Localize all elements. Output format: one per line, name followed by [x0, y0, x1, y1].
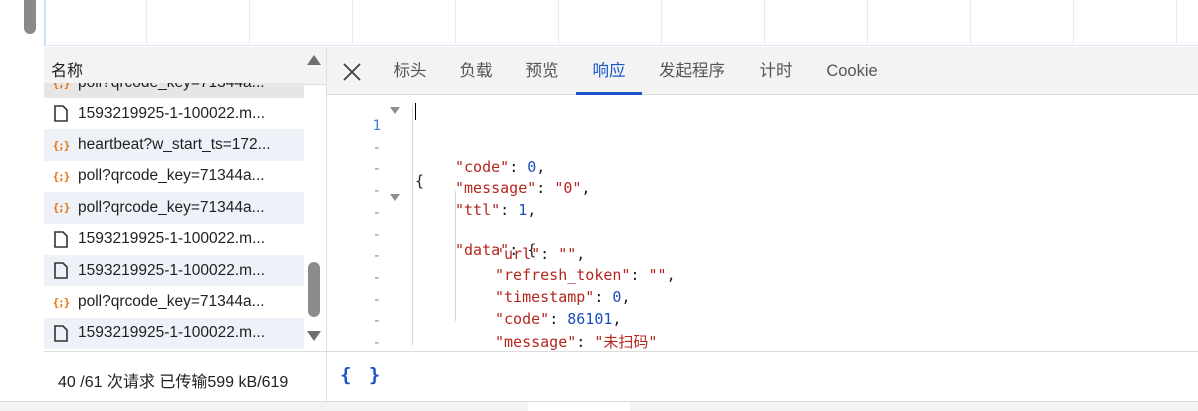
document-icon — [52, 262, 70, 280]
request-row[interactable]: {;} heartbeat?w_start_ts=172... — [44, 129, 304, 161]
fold-arrow-icon[interactable] — [390, 107, 400, 114]
request-row[interactable]: {;} poll?qrcode_key=71344a... — [44, 192, 304, 224]
request-rows: {;} poll?qrcode_key=71344a... 1593219925… — [44, 83, 304, 350]
code-line: - "timestamp": 0, — [327, 252, 1198, 306]
request-name: 1593219925-1-100022.m... — [78, 261, 266, 279]
document-icon — [52, 230, 70, 248]
resize-handle[interactable] — [24, 0, 36, 34]
fetch-icon: {;} — [52, 83, 71, 90]
code-line: - "code": 0, — [327, 122, 1198, 176]
request-name: poll?qrcode_key=71344a... — [78, 198, 265, 216]
document-icon — [52, 324, 70, 342]
tab-timing[interactable]: 计时 — [751, 47, 801, 95]
text-cursor — [415, 103, 416, 120]
tab-initiator[interactable]: 发起程序 — [649, 47, 735, 95]
request-name: 1593219925-1-100022.m... — [78, 324, 266, 342]
scroll-down-arrow-icon[interactable] — [307, 331, 321, 341]
code-line: - "refresh_token": "", — [327, 230, 1198, 284]
name-column-header[interactable]: 名称 — [44, 47, 326, 85]
document-icon — [52, 105, 70, 123]
scrollbar-thumb[interactable] — [308, 262, 320, 317]
fetch-icon: {;} — [52, 295, 71, 309]
request-row[interactable]: 1593219925-1-100022.m... — [44, 98, 304, 129]
request-list-panel: 名称 {;} poll?qrcode_key=71344a... 1593219… — [44, 47, 327, 351]
close-icon[interactable] — [341, 61, 363, 83]
tab-cookies[interactable]: Cookie — [817, 47, 887, 95]
network-timeline[interactable] — [0, 0, 1198, 47]
code-line: - "url": "", — [327, 209, 1198, 263]
network-status-bar: 40 /61 次请求 已传输599 kB/619 { } — [44, 351, 1198, 402]
code-line: - "ttl": 1, — [327, 165, 1198, 219]
code-line: - } — [327, 339, 1198, 351]
request-name: poll?qrcode_key=71344a... — [78, 83, 298, 92]
name-column-label: 名称 — [51, 63, 84, 80]
detail-tab-bar: 标头 负载 预览 响应 发起程序 计时 Cookie — [327, 47, 1198, 95]
code-line: - "message": "0", — [327, 143, 1198, 197]
tab-preview[interactable]: 预览 — [517, 47, 567, 95]
request-row[interactable]: 1593219925-1-100022.m... — [44, 317, 304, 350]
tab-payload[interactable]: 负载 — [451, 47, 501, 95]
request-name: 1593219925-1-100022.m... — [78, 104, 266, 122]
code-line: - "code": 86101, — [327, 274, 1198, 328]
scroll-up-arrow-icon[interactable] — [307, 55, 321, 65]
code-line: 1 { — [327, 100, 1198, 190]
tab-headers[interactable]: 标头 — [385, 47, 435, 95]
timeline-grid — [44, 0, 1198, 46]
request-name: poll?qrcode_key=71344a... — [78, 293, 265, 311]
fetch-icon: {;} — [52, 201, 71, 215]
request-name: 1593219925-1-100022.m... — [78, 230, 266, 248]
drawer-tab[interactable] — [528, 402, 630, 411]
request-summary: 40 /61 次请求 已传输599 kB/619 — [58, 374, 289, 391]
timeline-gutter — [0, 0, 44, 47]
request-name: poll?qrcode_key=71344a... — [78, 167, 265, 185]
pretty-print-button[interactable]: { } — [340, 364, 383, 386]
status-divider — [326, 352, 327, 402]
fold-arrow-icon[interactable] — [390, 193, 400, 201]
response-code-viewer[interactable]: 1 { - "code": 0, - "message": "0", - "tt… — [327, 95, 1198, 351]
request-row[interactable]: {;} poll?qrcode_key=71344a... — [44, 286, 304, 317]
bottom-drawer-strip — [0, 401, 1198, 411]
code-line: - "data": { — [327, 187, 1198, 259]
request-row[interactable]: 1593219925-1-100022.m... — [44, 254, 304, 287]
request-name: heartbeat?w_start_ts=172... — [78, 136, 271, 154]
code-line: - "message": "未扫码" — [327, 295, 1198, 351]
code-line: - } — [327, 317, 1198, 351]
fetch-icon: {;} — [52, 138, 71, 152]
tab-response[interactable]: 响应 — [576, 47, 642, 95]
request-detail-panel: 标头 负载 预览 响应 发起程序 计时 Cookie 1 { - "code":… — [327, 47, 1198, 351]
request-row[interactable]: {;} poll?qrcode_key=71344a... — [44, 83, 304, 98]
request-row[interactable]: 1593219925-1-100022.m... — [44, 224, 304, 255]
request-list-scrollbar[interactable] — [305, 55, 325, 345]
request-row[interactable]: {;} poll?qrcode_key=71344a... — [44, 161, 304, 192]
fetch-icon: {;} — [52, 169, 71, 183]
